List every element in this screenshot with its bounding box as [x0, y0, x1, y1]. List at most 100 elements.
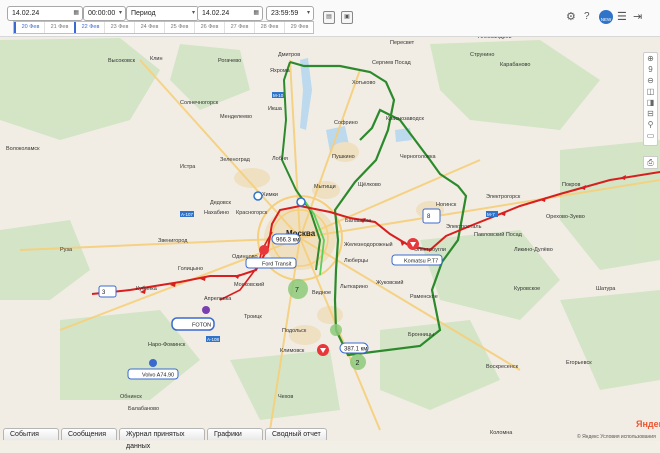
city-label: Чехов: [278, 394, 293, 400]
pin-icon[interactable]: ⚲: [644, 119, 657, 130]
date-to-field[interactable]: 14.02.24 ▦: [197, 6, 263, 21]
tab-events[interactable]: События: [3, 428, 59, 440]
road-shield: A-108: [207, 337, 220, 342]
zoom-in-icon[interactable]: ⊕: [644, 53, 657, 64]
day-cell[interactable]: 26 Фев: [194, 22, 224, 33]
city-label: Орехово-Зуево: [546, 214, 585, 220]
vehicle-label[interactable]: Ford Transit: [262, 262, 292, 268]
road-shield: M-10: [273, 93, 284, 98]
date-from-field[interactable]: 14.02.24 ▦: [7, 6, 83, 21]
tab-charts[interactable]: Графики: [207, 428, 263, 440]
vehicle-cluster-icon[interactable]: [330, 324, 342, 336]
help-icon[interactable]: ?: [584, 10, 590, 24]
city-label: Пушкино: [332, 154, 355, 160]
city-label: Истра: [180, 164, 196, 170]
save-button[interactable]: ▤: [323, 11, 335, 24]
city-label: Егорьевск: [566, 360, 592, 366]
city-label: Подольск: [282, 328, 307, 334]
city-label: Лобня: [272, 156, 288, 162]
zoom-out-icon[interactable]: ⊖: [644, 75, 657, 86]
map-canvas[interactable]: Дмитров Пересвет Александров Хотьково Се…: [0, 0, 660, 441]
city-label: Лыткарино: [340, 284, 368, 290]
day-cell[interactable]: 22 Фев: [74, 22, 105, 33]
day-cell[interactable]: 28 Фев: [254, 22, 284, 33]
city-label: Софрино: [334, 120, 358, 126]
city-label: Карабаново: [500, 62, 530, 68]
list-icon[interactable]: ☰: [617, 10, 627, 24]
print-icon[interactable]: ⎙: [643, 156, 658, 169]
route-distance-label: 387.1 км: [344, 347, 367, 353]
city-label: Волоколамск: [6, 146, 40, 152]
chevron-down-icon[interactable]: ▾: [192, 7, 195, 20]
vehicle-marker-icon[interactable]: [317, 344, 329, 356]
day-cell[interactable]: 27 Фев: [224, 22, 254, 33]
zoom-level: 9: [648, 65, 653, 74]
city-label: Климовск: [280, 348, 305, 354]
city-label: Хотьково: [352, 80, 375, 86]
city-label: Мытищи: [314, 184, 336, 190]
vehicle-marker-icon[interactable]: [407, 238, 419, 250]
tab-data-log[interactable]: Журнал принятых данных: [119, 428, 205, 450]
city-label: Щёлково: [358, 182, 381, 188]
new-badge: NEW: [600, 17, 612, 22]
time-to-field[interactable]: 23:59:59 ▾: [266, 6, 314, 21]
day-cell[interactable]: 24 Фев: [134, 22, 164, 33]
city-label: Черноголовка: [400, 154, 436, 160]
city-label: Дмитров: [278, 52, 300, 58]
news-icon[interactable]: NEW: [599, 10, 613, 24]
day-cell[interactable]: 23 Фев: [104, 22, 134, 33]
city-label: Балашиха: [345, 218, 372, 224]
map-copyright[interactable]: © Яндекс Условия использования: [577, 434, 656, 440]
city-label: Раменское: [410, 294, 438, 300]
map-zoom-control: ⊕ 9 ⊖ ◫ ◨ ⊟ ⚲ ▭: [643, 52, 658, 146]
vehicle-label[interactable]: Komatsu P.T7: [404, 259, 438, 265]
logout-icon[interactable]: ⇥: [633, 10, 642, 24]
disk-icon[interactable]: ▣: [341, 11, 353, 24]
city-label: Электросталь: [446, 224, 482, 230]
day-cell[interactable]: 20 Фев: [14, 22, 45, 33]
day-cell[interactable]: 21 Фев: [44, 22, 74, 33]
city-label: Московский: [234, 281, 264, 288]
city-label: Высоковск: [108, 58, 136, 64]
chevron-down-icon[interactable]: ▾: [119, 7, 122, 20]
city-label: Куровское: [514, 286, 540, 292]
layers-icon[interactable]: ◨: [644, 97, 657, 108]
chevron-down-icon[interactable]: ▾: [307, 7, 310, 20]
city-label: Нахабино: [204, 210, 229, 216]
city-label: Рогачево: [218, 58, 241, 64]
route-distance-label: 966.3 км: [276, 238, 299, 244]
ruler-icon[interactable]: ◫: [644, 86, 657, 97]
date-from-value: 14.02.24: [12, 10, 40, 17]
city-label: Люберцы: [344, 258, 368, 264]
vehicle-marker-icon[interactable]: [149, 359, 157, 367]
period-select[interactable]: Период ▾: [126, 6, 199, 21]
time-from-field[interactable]: 00:00:00 ▾: [83, 6, 126, 21]
city-label: Электроугли: [414, 247, 446, 253]
day-cell[interactable]: 29 Фев: [284, 22, 314, 33]
vehicle-marker-icon[interactable]: [259, 245, 269, 255]
city-label: Видное: [312, 290, 331, 296]
cluster-count: 7: [295, 287, 299, 294]
bottom-tabs: События Сообщения Журнал принятых данных…: [0, 428, 560, 450]
city-label: Сергиев Посад: [372, 60, 411, 66]
ruler-icon[interactable]: ⊟: [644, 108, 657, 119]
city-label: Троицк: [244, 314, 262, 320]
city-label: Павловский Посад: [474, 231, 523, 238]
tab-messages[interactable]: Сообщения: [61, 428, 117, 440]
vehicle-marker-icon[interactable]: [202, 306, 210, 314]
fullscreen-icon[interactable]: ▭: [644, 130, 657, 141]
day-cell[interactable]: 25 Фев: [164, 22, 194, 33]
day-timeline[interactable]: 20 Фев 21 Фев 22 Фев 23 Фев 24 Фев 25 Фе…: [13, 21, 314, 34]
vehicle-label[interactable]: Volvo A74.90: [142, 373, 174, 379]
city-label: Зеленоград: [220, 157, 251, 163]
calendar-icon[interactable]: ▦: [73, 7, 79, 20]
vehicle-label[interactable]: FOTON: [192, 323, 211, 329]
city-label: Яхрома: [270, 68, 291, 74]
city-label: Дедовск: [210, 200, 232, 206]
gear-icon[interactable]: ⚙: [566, 10, 576, 24]
calendar-icon[interactable]: ▦: [253, 7, 259, 20]
city-label: Бронницы: [408, 332, 434, 338]
city-label: Железнодорожный: [344, 241, 393, 248]
city-label: Красногорск: [236, 210, 268, 216]
tab-summary-report[interactable]: Сводный отчет: [265, 428, 327, 440]
